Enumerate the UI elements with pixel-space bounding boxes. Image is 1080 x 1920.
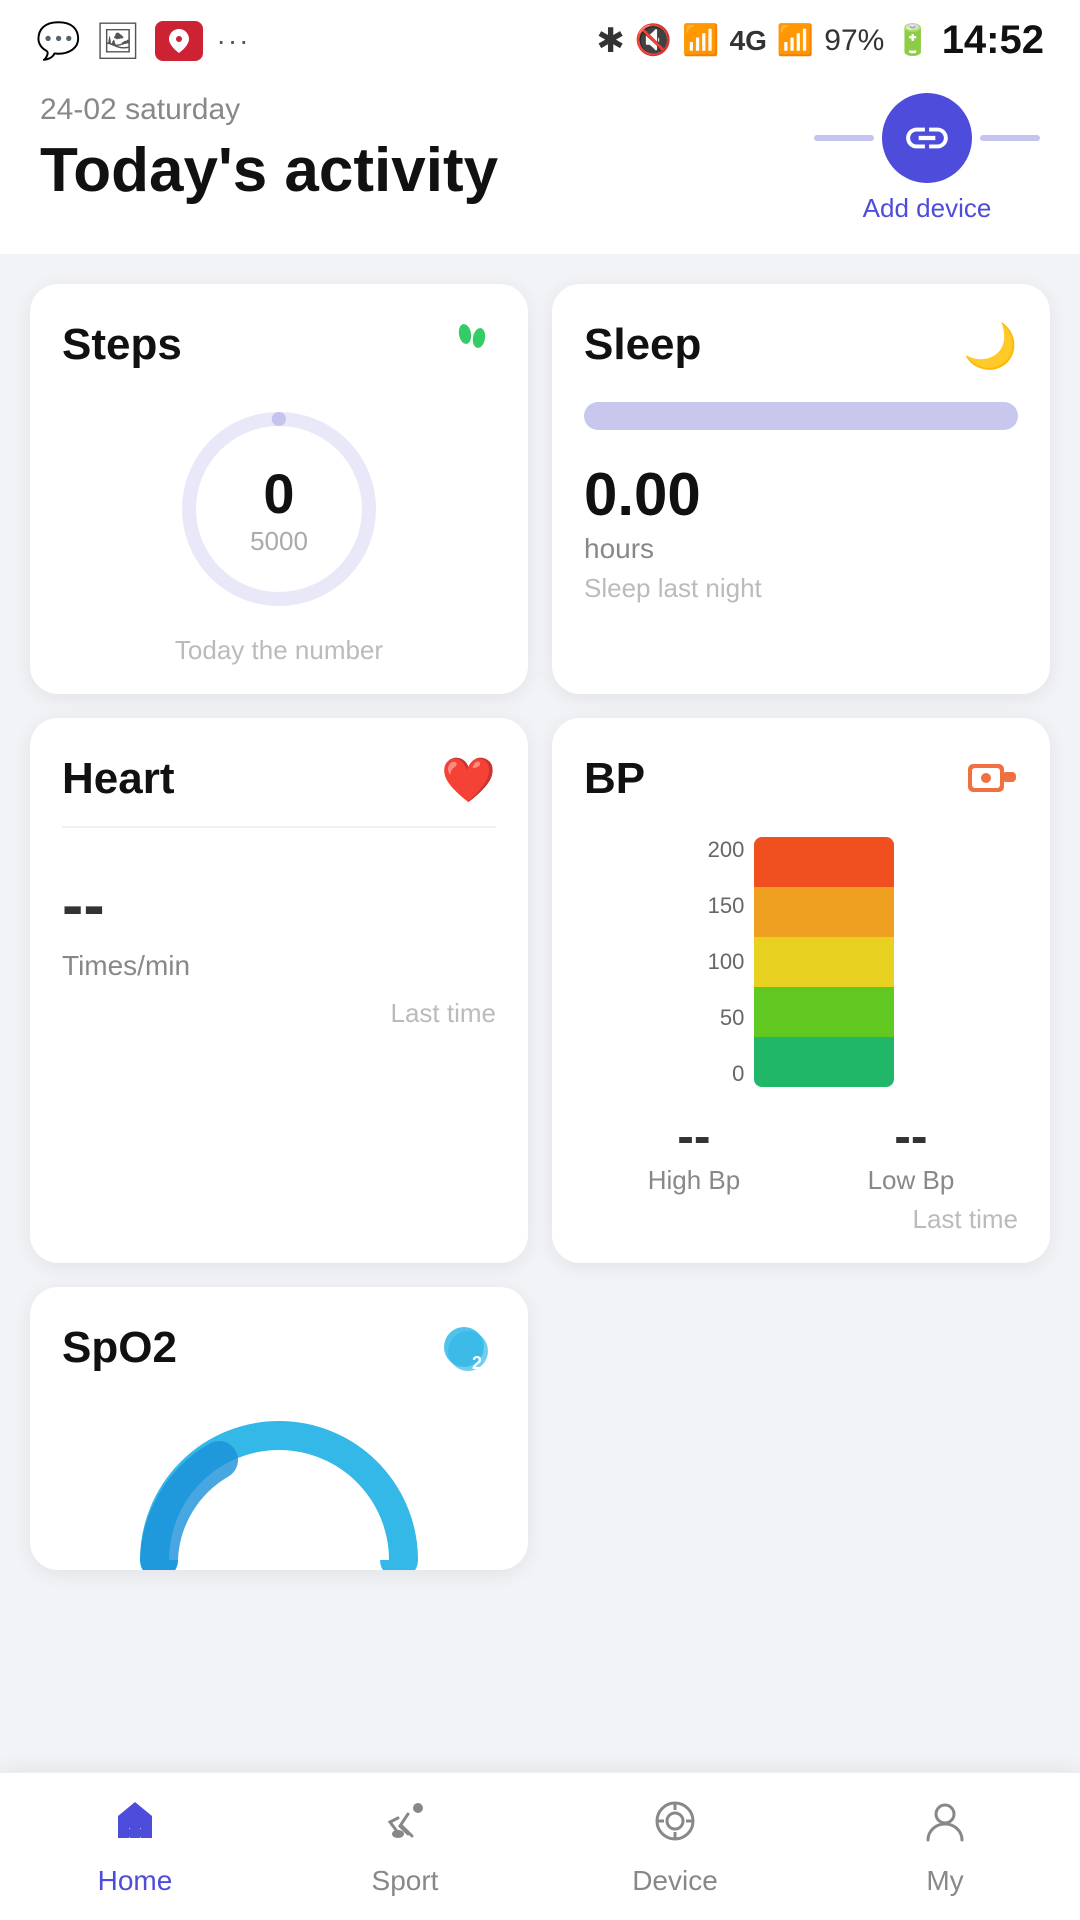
- heart-value: --: [62, 868, 496, 942]
- cards-grid: Steps 0 5000: [30, 284, 1050, 1570]
- sleep-value: 0.00: [584, 460, 1018, 529]
- steps-title: Steps: [62, 320, 182, 370]
- low-bp-label: Low Bp: [868, 1165, 955, 1196]
- heart-card[interactable]: Heart ❤️ -- Times/min Last time: [30, 718, 528, 1263]
- network-label: 4G: [730, 25, 767, 57]
- bp-icon: [966, 754, 1018, 817]
- status-bar: 💬 🖼 ··· ✱ 🔇 📶 4G 📶 97% 🔋 14:52: [0, 0, 1080, 73]
- nav-device[interactable]: Device: [540, 1773, 810, 1920]
- bluetooth-icon: ✱: [596, 21, 625, 61]
- device-nav-icon: [650, 1796, 700, 1857]
- link-icon: [882, 93, 972, 183]
- bp-title: BP: [584, 754, 645, 804]
- mute-icon: 🔇: [635, 23, 672, 58]
- bp-bar-200: [754, 837, 894, 887]
- add-device-button[interactable]: Add device: [814, 93, 1040, 224]
- sleep-card-header: Sleep 🌙: [584, 320, 1018, 372]
- page-title: Today's activity: [40, 135, 498, 206]
- time-display: 14:52: [942, 18, 1044, 63]
- sleep-bar: [584, 402, 1018, 430]
- low-bp-group: -- Low Bp: [868, 1107, 955, 1196]
- device-dots: [814, 93, 1040, 183]
- bp-bar-0: [754, 1037, 894, 1087]
- heart-footer: Last time: [62, 998, 496, 1029]
- app-icon: [155, 21, 203, 61]
- high-bp-label: High Bp: [648, 1165, 741, 1196]
- my-nav-icon: [920, 1796, 970, 1857]
- header: 24-02 saturday Today's activity Add devi…: [0, 73, 1080, 254]
- sleep-unit: hours: [584, 533, 1018, 565]
- sleep-footer: Sleep last night: [584, 573, 1018, 604]
- bp-footer: Last time: [584, 1204, 1018, 1235]
- heart-title: Heart: [62, 754, 175, 804]
- add-device-label: Add device: [863, 193, 992, 224]
- nav-my[interactable]: My: [810, 1773, 1080, 1920]
- status-left-icons: 💬 🖼 ···: [36, 20, 251, 62]
- header-title-section: 24-02 saturday Today's activity: [40, 93, 498, 206]
- home-nav-label: Home: [98, 1865, 173, 1897]
- bp-values: -- High Bp -- Low Bp: [584, 1107, 1018, 1196]
- high-bp-value: --: [648, 1107, 741, 1165]
- heart-icon: ❤️: [441, 754, 496, 806]
- status-right-icons: ✱ 🔇 📶 4G 📶 97% 🔋 14:52: [596, 18, 1044, 63]
- main-content: Steps 0 5000: [0, 254, 1080, 1730]
- steps-card[interactable]: Steps 0 5000: [30, 284, 528, 694]
- svg-text:2: 2: [472, 1353, 482, 1373]
- steps-circle: 0 5000: [62, 399, 496, 619]
- steps-footer: Today the number: [62, 635, 496, 666]
- more-icon: ···: [217, 25, 251, 57]
- sport-nav-label: Sport: [372, 1865, 439, 1897]
- sleep-card[interactable]: Sleep 🌙 0.00 hours Sleep last night: [552, 284, 1050, 694]
- bp-card[interactable]: BP 200 150 100 50: [552, 718, 1050, 1263]
- sport-nav-icon: [380, 1796, 430, 1857]
- message-icon: 💬: [36, 20, 81, 62]
- image-icon: 🖼: [95, 20, 141, 62]
- heart-unit: Times/min: [62, 950, 496, 982]
- sleep-title: Sleep: [584, 320, 701, 370]
- steps-icon: [448, 320, 496, 379]
- bp-card-header: BP: [584, 754, 1018, 817]
- battery-icon: 🔋: [894, 23, 931, 58]
- wifi-icon: 📶: [682, 23, 719, 58]
- nav-home[interactable]: Home: [0, 1773, 270, 1920]
- my-nav-label: My: [926, 1865, 963, 1897]
- bp-bar-100: [754, 937, 894, 987]
- steps-card-header: Steps: [62, 320, 496, 379]
- bp-chart: 200 150 100 50 0: [584, 837, 1018, 1087]
- bottom-nav: Home Sport Device: [0, 1772, 1080, 1920]
- nav-sport[interactable]: Sport: [270, 1773, 540, 1920]
- spo2-title: SpO2: [62, 1323, 177, 1373]
- heart-card-header: Heart ❤️: [62, 754, 496, 806]
- spo2-card-header: SpO2 2: [62, 1323, 496, 1390]
- signal-icon: 📶: [777, 23, 814, 58]
- bp-bar-150: [754, 887, 894, 937]
- bp-bar-50: [754, 987, 894, 1037]
- high-bp-group: -- High Bp: [648, 1107, 741, 1196]
- date-display: 24-02 saturday: [40, 93, 498, 127]
- low-bp-value: --: [868, 1107, 955, 1165]
- sleep-icon: 🌙: [963, 320, 1018, 372]
- steps-value: 0: [250, 461, 308, 526]
- steps-goal: 5000: [250, 526, 308, 557]
- spo2-icon: 2: [440, 1323, 496, 1390]
- heart-divider: [62, 826, 496, 828]
- home-nav-icon: [110, 1796, 160, 1857]
- spo2-semicircle: [62, 1410, 496, 1570]
- device-nav-label: Device: [632, 1865, 718, 1897]
- spo2-card[interactable]: SpO2 2: [30, 1287, 528, 1570]
- battery-label: 97%: [824, 24, 884, 58]
